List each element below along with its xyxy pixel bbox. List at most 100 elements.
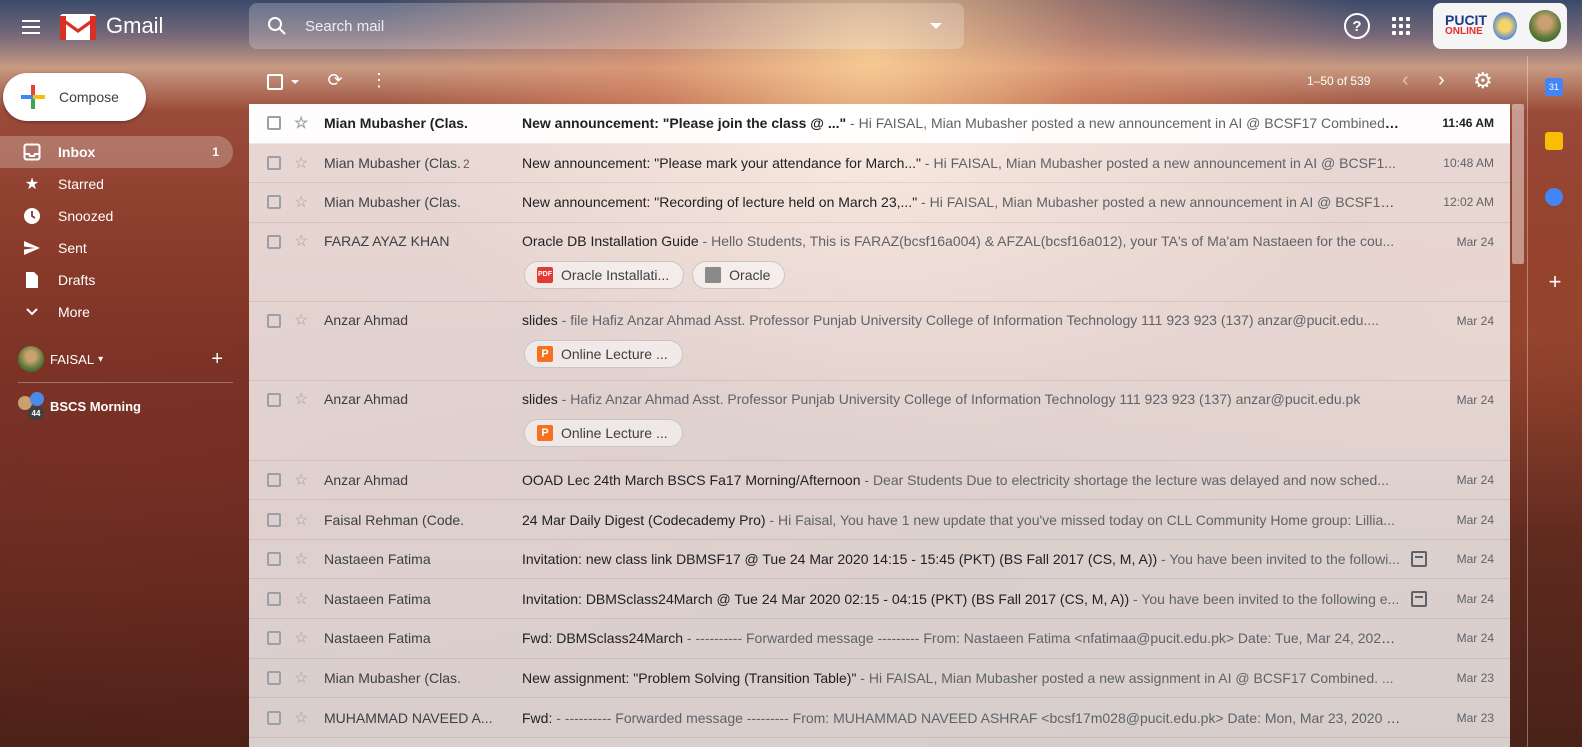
keep-icon[interactable] <box>1545 132 1563 150</box>
email-row[interactable]: ☆ Mian Mubasher (Clas. New announcement: "… <box>249 183 1510 223</box>
org-logo-line2: ONLINE <box>1445 26 1483 37</box>
get-addons-plus-icon[interactable]: + <box>1545 269 1565 294</box>
email-subject: slides <box>522 391 558 408</box>
star-toggle-icon[interactable]: ☆ <box>294 510 308 530</box>
row-checkbox[interactable] <box>267 393 281 408</box>
hangouts-group[interactable]: 44 BSCS Morning <box>18 392 141 420</box>
email-row[interactable]: ☆ MUHAMMAD NAVEED A... Fwd: - ---------- F… <box>249 698 1510 738</box>
star-toggle-icon[interactable]: ☆ <box>294 668 308 688</box>
email-time: 11:46 AM <box>1442 116 1494 131</box>
star-toggle-icon[interactable]: ☆ <box>294 113 308 133</box>
star-toggle-icon[interactable]: ☆ <box>294 310 308 330</box>
search-input[interactable] <box>305 17 905 35</box>
older-page-icon[interactable]: › <box>1438 69 1445 92</box>
row-checkbox[interactable] <box>267 155 281 170</box>
row-checkbox[interactable] <box>267 552 281 567</box>
star-toggle-icon[interactable]: ☆ <box>294 192 308 212</box>
email-row[interactable]: ☆ Nastaeen Fatima Invitation: DBMSclass24M… <box>249 579 1510 620</box>
star-toggle-icon[interactable]: ☆ <box>294 708 308 728</box>
hangouts-user[interactable]: FAISAL ▾ + <box>18 346 233 372</box>
attachment-chip[interactable]: P Online Lecture ... <box>524 419 683 448</box>
email-snippet: - file Hafiz Anzar Ahmad Asst. Professor… <box>557 312 1380 329</box>
new-conversation-plus-icon[interactable]: + <box>211 348 223 371</box>
sidebar-item-more[interactable]: More <box>0 296 233 328</box>
star-toggle-icon[interactable]: ☆ <box>294 389 308 409</box>
org-logo: PUCIT ONLINE <box>1445 13 1487 38</box>
sidebar-item-starred[interactable]: ★ Starred <box>0 168 233 200</box>
email-row[interactable]: ☆ Mian Mubasher (Clas. 2 New announcement: … <box>249 144 1510 184</box>
search-bar[interactable] <box>249 3 964 49</box>
settings-gear-icon[interactable]: ⚙ <box>1473 68 1493 94</box>
gmail-logo[interactable]: Gmail <box>60 12 163 40</box>
email-snippet: - Hi FAISAL, Mian Mubasher posted a new … <box>846 115 1402 132</box>
sidebar-item-drafts[interactable]: Drafts <box>0 264 233 296</box>
row-checkbox[interactable] <box>267 631 281 646</box>
attachment-chips: P Online Lecture ... <box>524 340 683 369</box>
refresh-icon[interactable]: ⟳ <box>325 70 345 90</box>
newer-page-icon[interactable]: ‹ <box>1402 69 1409 92</box>
main-menu-button[interactable] <box>14 10 48 44</box>
email-row[interactable]: ☆ Mian Mubasher (Clas. New announcement: "… <box>249 104 1510 144</box>
email-time: Mar 23 <box>1456 670 1494 685</box>
attachment-chip[interactable]: PDF Oracle Installati... <box>524 260 685 289</box>
star-toggle-icon[interactable]: ☆ <box>294 628 308 648</box>
sender-name: Nastaeen Fatima <box>324 590 431 607</box>
attachment-chip[interactable]: P Online Lecture ... <box>524 340 683 369</box>
sender-name: Nastaeen Fatima <box>324 551 431 568</box>
account-card[interactable]: PUCIT ONLINE <box>1433 3 1567 49</box>
email-sender: Anzar Ahmad <box>324 312 514 328</box>
google-apps-button[interactable] <box>1392 17 1410 35</box>
star-toggle-icon[interactable]: ☆ <box>294 549 308 569</box>
email-subject-line: slides - file Hafiz Anzar Ahmad Asst. Pr… <box>522 312 1402 328</box>
row-checkbox[interactable] <box>267 116 281 131</box>
select-all-checkbox[interactable] <box>267 74 283 90</box>
search-options-caret-icon[interactable] <box>930 23 942 29</box>
email-sender: Mian Mubasher (Clas. 2 <box>324 155 514 171</box>
search-icon[interactable] <box>265 14 289 38</box>
sidebar-item-inbox[interactable]: Inbox 1 <box>0 136 233 168</box>
sidebar-item-snoozed[interactable]: Snoozed <box>0 200 233 232</box>
email-row[interactable]: ☆ Nastaeen Fatima Fwd: DBMSclass24March - … <box>249 619 1510 659</box>
email-subject: Invitation: DBMSclass24March @ Tue 24 Ma… <box>522 590 1130 607</box>
row-checkbox[interactable] <box>267 512 281 527</box>
attachment-chip[interactable]: Oracle <box>692 260 786 289</box>
email-row[interactable]: ☆ Anzar Ahmad slides - file Hafiz Anzar Ah… <box>249 302 1510 382</box>
star-toggle-icon[interactable]: ☆ <box>294 231 308 251</box>
email-row[interactable]: ☆ Faisal Rehman (Code. 24 Mar Daily Digest… <box>249 500 1510 540</box>
sender-name: Nastaeen Fatima <box>324 630 431 647</box>
email-subject-line: Fwd: DBMSclass24March - ---------- Forwa… <box>522 630 1402 646</box>
compose-button[interactable]: Compose <box>3 73 146 121</box>
row-checkbox[interactable] <box>267 234 281 249</box>
email-row[interactable]: ☆ Anzar Ahmad OOAD Lec 24th March BSCS Fa1… <box>249 461 1510 501</box>
email-time: Mar 24 <box>1456 393 1494 408</box>
sidebar-divider <box>18 382 233 383</box>
row-checkbox[interactable] <box>267 314 281 329</box>
row-checkbox[interactable] <box>267 591 281 606</box>
star-toggle-icon[interactable]: ☆ <box>294 470 308 490</box>
tasks-icon[interactable] <box>1545 188 1563 206</box>
top-bar: Gmail ? PUCIT ONLINE <box>0 0 1582 56</box>
select-options-caret-icon[interactable] <box>291 80 299 84</box>
account-avatar[interactable] <box>1529 10 1561 42</box>
email-row[interactable]: ☆ FARAZ AYAZ KHAN Oracle DB Installation G… <box>249 223 1510 303</box>
sidebar-nav: Inbox 1 ★ Starred Snoozed Sent Drafts Mo… <box>0 136 248 328</box>
email-sender: Nastaeen Fatima <box>324 551 514 567</box>
sidebar-item-sent[interactable]: Sent <box>0 232 233 264</box>
email-snippet: - Hi FAISAL, Mian Mubasher posted a new … <box>856 669 1394 686</box>
calendar-icon[interactable]: 31 <box>1545 78 1563 96</box>
email-subject-line: Fwd: - ---------- Forwarded message ----… <box>522 710 1402 726</box>
email-subject: New announcement: "Please mark your atte… <box>522 154 922 171</box>
row-checkbox[interactable] <box>267 195 281 210</box>
email-row[interactable]: ☆ Anzar Ahmad slides - Hafiz Anzar Ahmad A… <box>249 381 1510 461</box>
row-checkbox[interactable] <box>267 710 281 725</box>
help-button[interactable]: ? <box>1344 13 1370 39</box>
email-row[interactable]: ☆ Mian Mubasher (Clas. New assignment: "Pr… <box>249 659 1510 699</box>
more-options-icon[interactable]: ⋮ <box>370 70 388 91</box>
row-checkbox[interactable] <box>267 472 281 487</box>
list-scrollbar[interactable] <box>1512 104 1524 264</box>
email-row[interactable]: ☆ Nastaeen Fatima Invitation: new class li… <box>249 540 1510 580</box>
sidebar-item-label: Inbox <box>58 144 96 160</box>
row-checkbox[interactable] <box>267 670 281 685</box>
star-toggle-icon[interactable]: ☆ <box>294 589 308 609</box>
star-toggle-icon[interactable]: ☆ <box>294 153 308 173</box>
